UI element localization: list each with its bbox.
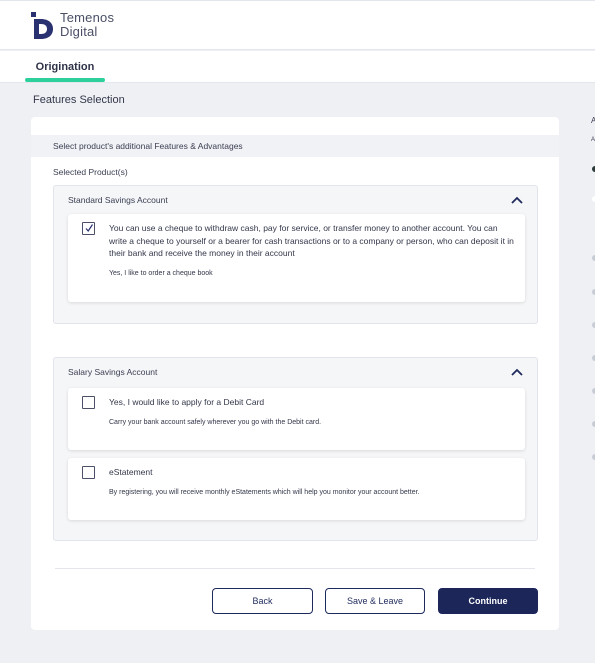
feature-subtext: By registering, you will receive monthly… xyxy=(109,489,420,496)
product-title: Standard Savings Account xyxy=(68,195,168,205)
product-panel-standard-savings: Standard Savings Account You can use a c… xyxy=(53,185,538,324)
back-button[interactable]: Back xyxy=(212,588,313,614)
app-header: Temenos Digital xyxy=(0,0,595,50)
feature-description: eStatement xyxy=(109,467,153,477)
page-title: Features Selection xyxy=(33,94,125,106)
selected-products-label: Selected Product(s) xyxy=(53,167,128,177)
features-card: Select product's additional Features & A… xyxy=(31,117,559,630)
right-panel-fragment: A xyxy=(591,116,595,125)
brand-line-1: Temenos xyxy=(60,10,115,25)
chevron-up-icon[interactable] xyxy=(511,368,523,376)
feature-card-cheque-book: You can use a cheque to withdraw cash, p… xyxy=(68,214,525,302)
feature-subtext: Yes, I like to order a cheque book xyxy=(109,270,213,277)
temenos-logo-icon xyxy=(31,12,53,39)
feature-card-debit-card: Yes, I would like to apply for a Debit C… xyxy=(68,388,525,450)
feature-checkbox[interactable] xyxy=(82,466,95,479)
checkmark-icon xyxy=(85,224,94,232)
product-title: Salary Savings Account xyxy=(68,367,158,377)
continue-button[interactable]: Continue xyxy=(438,588,538,614)
feature-card-estatement: eStatement By registering, you will rece… xyxy=(68,458,525,520)
chevron-up-icon[interactable] xyxy=(511,196,523,204)
feature-subtext: Carry your bank account safely wherever … xyxy=(109,419,322,426)
brand-name: Temenos Digital xyxy=(60,11,114,39)
card-heading: Select product's additional Features & A… xyxy=(31,135,559,157)
right-panel-fragment: A xyxy=(591,137,595,143)
product-panel-salary-savings: Salary Savings Account Yes, I would like… xyxy=(53,357,538,541)
save-and-leave-button[interactable]: Save & Leave xyxy=(325,588,425,614)
feature-checkbox[interactable] xyxy=(82,222,95,235)
feature-description: Yes, I would like to apply for a Debit C… xyxy=(109,397,265,407)
brand-line-2: Digital xyxy=(60,24,98,39)
divider xyxy=(55,568,535,569)
feature-description: You can use a cheque to withdraw cash, p… xyxy=(109,223,514,258)
feature-checkbox[interactable] xyxy=(82,396,95,409)
active-tab-indicator xyxy=(25,78,105,82)
